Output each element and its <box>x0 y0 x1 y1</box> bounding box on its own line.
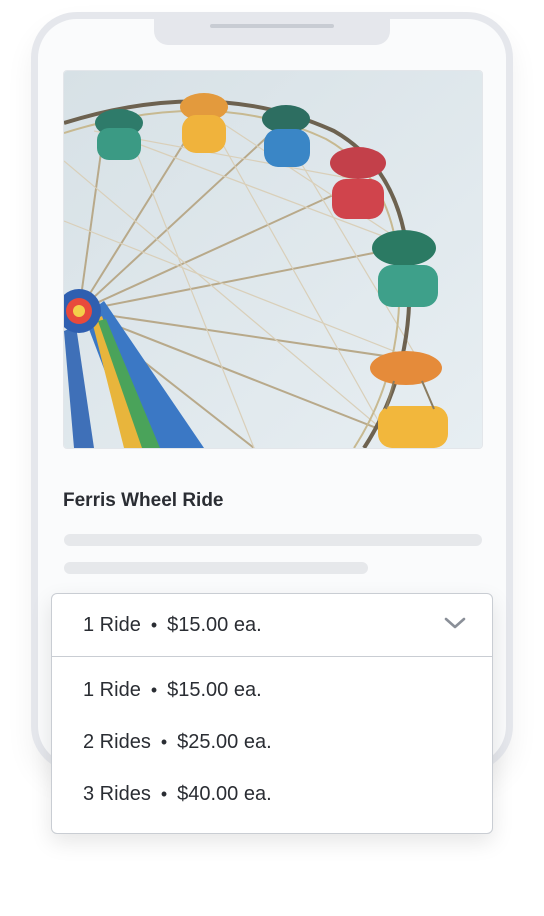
ride-quantity-select[interactable]: 1 Ride • $15.00 ea. 1 Ride • $15.00 ea. … <box>51 593 493 834</box>
selected-price: $15.00 ea. <box>167 613 262 636</box>
option-quantity: 1 Ride <box>83 678 141 701</box>
select-current-value[interactable]: 1 Ride • $15.00 ea. <box>52 594 492 657</box>
select-option-2-rides[interactable]: 2 Rides • $25.00 ea. <box>52 716 492 768</box>
stage: Ferris Wheel Ride 1 Ride • $15.00 ea. 1 … <box>0 0 544 916</box>
option-quantity: 3 Rides <box>83 782 151 805</box>
option-price: $25.00 ea. <box>177 730 272 753</box>
chevron-down-icon[interactable] <box>444 616 466 630</box>
speaker-slot <box>210 24 334 28</box>
description-placeholder-line <box>64 534 482 546</box>
separator-dot: • <box>160 783 168 804</box>
select-options-list: 1 Ride • $15.00 ea. 2 Rides • $25.00 ea.… <box>52 657 492 833</box>
product-title: Ferris Wheel Ride <box>63 490 224 511</box>
selected-quantity: 1 Ride <box>83 613 141 636</box>
ferris-wheel-photo <box>64 71 482 448</box>
option-price: $40.00 ea. <box>177 782 272 805</box>
separator-dot: • <box>150 614 158 635</box>
select-option-3-rides[interactable]: 3 Rides • $40.00 ea. <box>52 768 492 820</box>
product-image <box>63 70 483 449</box>
select-option-1-ride[interactable]: 1 Ride • $15.00 ea. <box>52 664 492 716</box>
option-quantity: 2 Rides <box>83 730 151 753</box>
option-price: $15.00 ea. <box>167 678 262 701</box>
separator-dot: • <box>150 679 158 700</box>
separator-dot: • <box>160 731 168 752</box>
phone-notch <box>154 19 390 45</box>
description-placeholder-line <box>64 562 368 574</box>
